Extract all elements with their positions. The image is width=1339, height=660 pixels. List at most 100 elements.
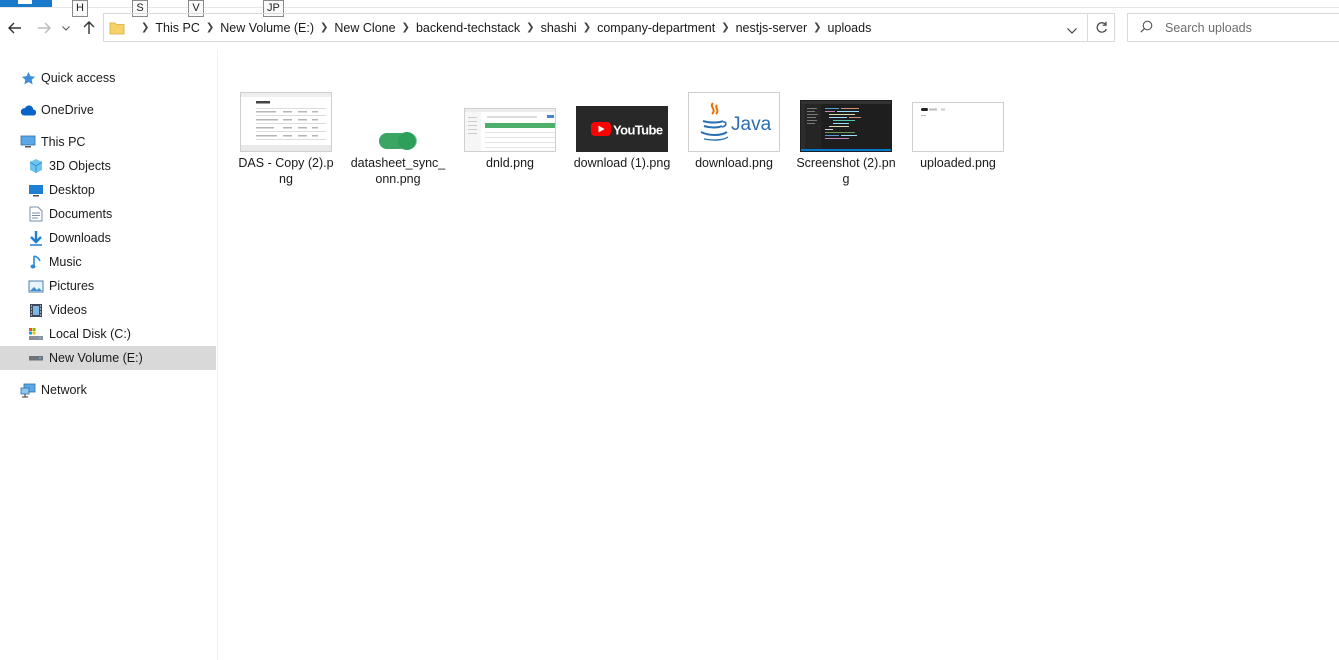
chevron-right-icon[interactable]: ❯ bbox=[583, 22, 591, 33]
sidebar-item-label: Quick access bbox=[41, 71, 116, 85]
file-thumbnail bbox=[240, 92, 332, 152]
sidebar-item-music[interactable]: Music bbox=[0, 250, 216, 274]
address-bar[interactable]: ❯ This PC ❯ New Volume (E:) ❯ New Clone … bbox=[103, 13, 1088, 42]
file-list: DAS - Copy (2).png datasheet_sync_onn.pn… bbox=[219, 50, 1339, 660]
file-thumbnail bbox=[800, 100, 892, 152]
search-box[interactable] bbox=[1127, 13, 1339, 42]
file-name: datasheet_sync_onn.png bbox=[350, 156, 446, 186]
file-name: uploaded.png bbox=[920, 156, 996, 170]
computer-icon bbox=[20, 134, 36, 150]
file-item[interactable]: YouTube download (1).png bbox=[572, 88, 672, 188]
sidebar-item-label: Downloads bbox=[49, 231, 111, 245]
star-icon bbox=[20, 70, 36, 86]
refresh-icon bbox=[1096, 21, 1107, 33]
sidebar-item-label: Music bbox=[49, 255, 82, 269]
sidebar-item-label: Network bbox=[41, 383, 87, 397]
file-thumbnail: Java bbox=[688, 92, 780, 152]
file-name: Screenshot (2).png bbox=[796, 156, 896, 186]
sidebar-item-label: Desktop bbox=[49, 183, 95, 197]
sidebar-item-label: Videos bbox=[49, 303, 87, 317]
chevron-right-icon[interactable]: ❯ bbox=[526, 22, 534, 33]
sidebar-item-3d-objects[interactable]: 3D Objects bbox=[0, 154, 216, 178]
file-thumbnail bbox=[464, 108, 556, 152]
drive-icon bbox=[28, 350, 44, 366]
sidebar-item-pictures[interactable]: Pictures bbox=[0, 274, 216, 298]
chevron-right-icon[interactable]: ❯ bbox=[320, 22, 328, 33]
arrow-right-icon bbox=[38, 22, 51, 34]
file-item[interactable]: uploaded.png bbox=[908, 88, 1008, 188]
sidebar-item-label: This PC bbox=[41, 135, 86, 149]
pictures-icon bbox=[28, 278, 44, 294]
chevron-right-icon[interactable]: ❯ bbox=[402, 22, 410, 33]
file-thumbnail bbox=[912, 102, 1004, 152]
file-name: download.png bbox=[695, 156, 773, 170]
chevron-down-icon bbox=[62, 25, 70, 31]
sidebar-item-label: Documents bbox=[49, 207, 113, 221]
file-name: download (1).png bbox=[573, 156, 671, 170]
music-icon bbox=[28, 254, 44, 270]
file-item[interactable]: Java download.png bbox=[684, 88, 784, 188]
navigation-pane: Quick access OneDrive This PC 3D Objects… bbox=[0, 50, 218, 660]
youtube-logo-text: YouTube bbox=[613, 123, 663, 138]
file-item[interactable]: datasheet_sync_onn.png bbox=[348, 88, 448, 188]
drive-icon bbox=[28, 326, 44, 342]
sidebar-item-label: 3D Objects bbox=[49, 159, 111, 173]
video-icon bbox=[28, 302, 44, 318]
toggle-on-icon bbox=[378, 130, 418, 152]
refresh-button[interactable] bbox=[1088, 13, 1115, 42]
address-history-dropdown[interactable] bbox=[1067, 23, 1077, 37]
crumb-new-volume[interactable]: New Volume (E:) bbox=[220, 21, 314, 35]
desktop-icon bbox=[28, 182, 44, 198]
document-icon bbox=[28, 206, 44, 222]
sidebar-item-network[interactable]: Network bbox=[0, 378, 216, 402]
file-item[interactable]: DAS - Copy (2).png bbox=[236, 88, 336, 188]
file-thumbnail: YouTube bbox=[576, 106, 668, 152]
cloud-icon bbox=[20, 102, 36, 118]
chevron-right-icon[interactable]: ❯ bbox=[141, 22, 149, 33]
folder-icon bbox=[109, 21, 125, 35]
sidebar-item-documents[interactable]: Documents bbox=[0, 202, 216, 226]
chevron-down-icon bbox=[1067, 28, 1077, 34]
network-icon bbox=[20, 382, 36, 398]
crumb-nestjs-server[interactable]: nestjs-server bbox=[736, 21, 808, 35]
back-button[interactable] bbox=[5, 17, 25, 39]
sidebar-item-desktop[interactable]: Desktop bbox=[0, 178, 216, 202]
sidebar-item-quick-access[interactable]: Quick access bbox=[0, 66, 216, 90]
crumb-backend-techstack[interactable]: backend-techstack bbox=[416, 21, 520, 35]
download-icon bbox=[28, 230, 44, 246]
sidebar-item-label: Local Disk (C:) bbox=[49, 327, 131, 341]
up-button[interactable] bbox=[79, 17, 99, 39]
file-item[interactable]: Screenshot (2).png bbox=[796, 88, 896, 188]
java-logo-text: Java bbox=[731, 114, 772, 135]
keytip-home: H bbox=[72, 0, 88, 17]
forward-button[interactable] bbox=[34, 17, 54, 39]
chevron-right-icon[interactable]: ❯ bbox=[206, 22, 214, 33]
file-tab[interactable] bbox=[0, 0, 52, 7]
sidebar-item-label: New Volume (E:) bbox=[49, 351, 143, 365]
arrow-left-icon bbox=[8, 22, 21, 34]
sidebar-item-onedrive[interactable]: OneDrive bbox=[0, 98, 216, 122]
recent-locations-button[interactable] bbox=[59, 17, 73, 39]
sidebar-item-label: OneDrive bbox=[41, 103, 94, 117]
crumb-shashi[interactable]: shashi bbox=[541, 21, 577, 35]
search-icon bbox=[1140, 20, 1153, 36]
chevron-right-icon[interactable]: ❯ bbox=[813, 22, 821, 33]
search-input[interactable] bbox=[1165, 20, 1325, 35]
crumb-company-department[interactable]: company-department bbox=[597, 21, 715, 35]
sidebar-item-this-pc[interactable]: This PC bbox=[0, 130, 216, 154]
crumb-new-clone[interactable]: New Clone bbox=[334, 21, 395, 35]
sidebar-item-local-disk-c[interactable]: Local Disk (C:) bbox=[0, 322, 216, 346]
file-item[interactable]: dnld.png bbox=[460, 88, 560, 188]
crumb-uploads[interactable]: uploads bbox=[828, 21, 872, 35]
crumb-this-pc[interactable]: This PC bbox=[155, 21, 199, 35]
arrow-up-icon bbox=[83, 21, 95, 34]
cube-icon bbox=[28, 158, 44, 174]
sidebar-item-label: Pictures bbox=[49, 279, 95, 293]
file-name: DAS - Copy (2).png bbox=[238, 156, 334, 186]
chevron-right-icon[interactable]: ❯ bbox=[721, 22, 729, 33]
sidebar-item-new-volume-e[interactable]: New Volume (E:) bbox=[0, 346, 216, 370]
file-name: dnld.png bbox=[486, 156, 534, 170]
sidebar-item-downloads[interactable]: Downloads bbox=[0, 226, 216, 250]
breadcrumb: ❯ This PC ❯ New Volume (E:) ❯ New Clone … bbox=[135, 21, 871, 35]
sidebar-item-videos[interactable]: Videos bbox=[0, 298, 216, 322]
